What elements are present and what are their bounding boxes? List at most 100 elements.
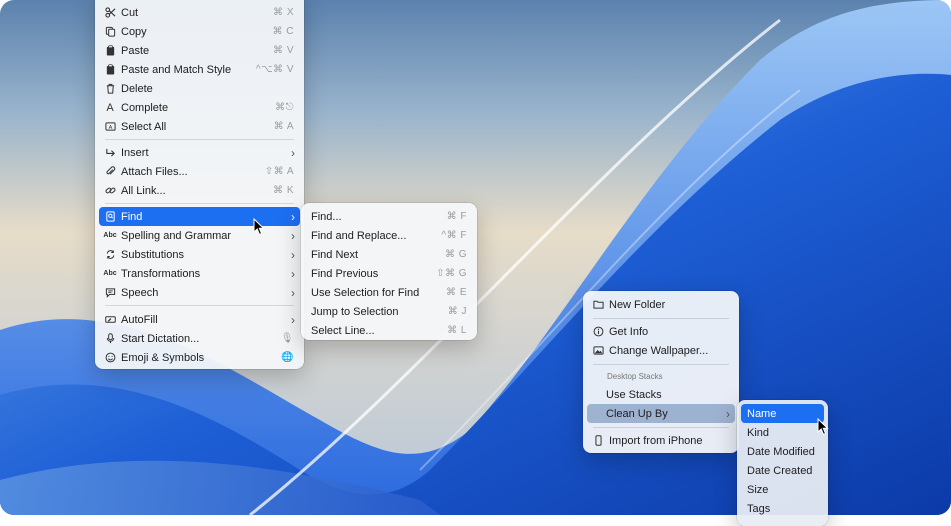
shortcut-label: ^⌘ F: [441, 230, 467, 241]
menu-item-use-stacks[interactable]: Use Stacks: [587, 385, 735, 404]
menu-item-attach-files[interactable]: Attach Files... ⇧⌘ A: [99, 162, 300, 181]
menu-item-label: Complete: [121, 101, 169, 114]
menu-item-speech[interactable]: Speech ›: [99, 283, 300, 302]
menu-item-label: Find Previous: [311, 267, 379, 280]
menu-separator: [593, 427, 729, 428]
menu-item-label: Paste and Match Style: [121, 63, 232, 76]
menu-item-find[interactable]: Find ›: [99, 207, 300, 226]
menu-item-label: New Folder: [609, 298, 666, 311]
menu-item-change-wallpaper[interactable]: Change Wallpaper...: [587, 341, 735, 360]
menu-item-label: Change Wallpaper...: [609, 344, 709, 357]
menu-item-use-selection-find[interactable]: Use Selection for Find ⌘ E: [305, 283, 473, 302]
menu-separator: [105, 305, 294, 306]
menu-item-copy[interactable]: Copy ⌘ C: [99, 22, 300, 41]
menu-item-label: Select Line...: [311, 324, 375, 337]
menu-item-label: Select All: [121, 120, 167, 133]
link-icon: [104, 185, 116, 197]
menu-separator: [593, 364, 729, 365]
menu-item-label: Find...: [311, 210, 342, 223]
menu-item-label: Use Selection for Find: [311, 286, 420, 299]
menu-separator: [593, 318, 729, 319]
menu-item-paste[interactable]: Paste ⌘ V: [99, 41, 300, 60]
svg-text:A: A: [108, 125, 112, 131]
menu-item-label: Date Modified: [747, 445, 815, 458]
emoji-icon: [104, 352, 116, 364]
menu-item-spelling-grammar[interactable]: Abc Spelling and Grammar ›: [99, 226, 300, 245]
section-header-desktop-stacks: Desktop Stacks: [607, 372, 663, 381]
menu-item-transformations[interactable]: Abc Transformations ›: [99, 264, 300, 283]
chevron-right-icon: ›: [291, 285, 295, 300]
menu-item-kind[interactable]: Kind: [741, 423, 824, 442]
menu-item-cut[interactable]: Cut ⌘ X: [99, 3, 300, 22]
chevron-right-icon: ›: [726, 406, 730, 421]
menu-item-start-dictation[interactable]: Start Dictation... 🎙: [99, 329, 300, 348]
shortcut-label: ⌘ X: [273, 7, 294, 18]
chevron-right-icon: ›: [291, 228, 295, 243]
shortcut-label: ⌘ J: [447, 306, 467, 317]
menu-item-label: Speech: [121, 286, 159, 299]
menu-item-label: Jump to Selection: [311, 305, 399, 318]
menu-item-emoji-symbols[interactable]: Emoji & Symbols 🌐: [99, 348, 300, 367]
microphone-icon: [104, 333, 116, 345]
menu-item-paste-match-style[interactable]: Paste and Match Style ^⌥⌘ V: [99, 60, 300, 79]
menu-item-complete[interactable]: A Complete ⌘⎋: [99, 98, 300, 117]
microphone-shortcut-icon: 🎙: [280, 333, 294, 344]
menu-item-find-next[interactable]: Find Next ⌘ G: [305, 245, 473, 264]
menu-item-all-link[interactable]: All Link... ⌘ K: [99, 181, 300, 200]
menu-item-label: Date Created: [747, 464, 813, 477]
shortcut-label: ⌘ C: [272, 26, 294, 37]
menu-item-delete[interactable]: Delete: [99, 79, 300, 98]
menu-item-date-modified[interactable]: Date Modified: [741, 442, 824, 461]
menu-item-get-info[interactable]: Get Info: [587, 322, 735, 341]
menu-item-label: Find and Replace...: [311, 229, 407, 242]
menu-item-label: Emoji & Symbols: [121, 351, 205, 364]
menu-item-insert[interactable]: Insert ›: [99, 143, 300, 162]
menu-item-size[interactable]: Size: [741, 480, 824, 499]
shortcut-label: ⌘ V: [273, 45, 294, 56]
paperclip-icon: [104, 166, 116, 178]
menu-item-select-line[interactable]: Select Line... ⌘ L: [305, 321, 473, 340]
find-icon: [104, 211, 116, 223]
shortcut-label: ⌘ E: [446, 287, 467, 298]
image-icon: [592, 345, 604, 357]
scissors-icon: [104, 7, 116, 19]
clean-up-by-submenu: Name Kind Date Modified Date Created Siz…: [737, 400, 828, 526]
shortcut-label: ⌘ L: [447, 325, 467, 336]
folder-icon: [592, 299, 604, 311]
menu-item-label: Get Info: [609, 325, 649, 338]
menu-item-label: AutoFill: [121, 313, 158, 326]
shortcut-label: ⌘ K: [273, 185, 294, 196]
shortcut-label: ⌘ F: [446, 211, 467, 222]
letter-a-icon: A: [106, 101, 114, 114]
menu-item-find-ellipsis[interactable]: Find... ⌘ F: [305, 207, 473, 226]
menu-item-autofill[interactable]: AutoFill ›: [99, 310, 300, 329]
clipboard-icon: [104, 64, 116, 76]
menu-item-substitutions[interactable]: Substitutions ›: [99, 245, 300, 264]
clipboard-icon: [104, 45, 116, 57]
menu-separator: [105, 203, 294, 204]
menu-item-label: Start Dictation...: [121, 332, 200, 345]
menu-item-label: Copy: [121, 25, 147, 38]
desktop-context-menu: New Folder Get Info Change Wallpaper... …: [583, 291, 739, 453]
menu-item-label: Clean Up By: [606, 407, 668, 420]
menu-item-select-all[interactable]: A Select All ⌘ A: [99, 117, 300, 136]
menu-item-clean-up-by[interactable]: Clean Up By ›: [587, 404, 735, 423]
menu-item-import-iphone[interactable]: Import from iPhone: [587, 431, 735, 450]
menu-item-label: Attach Files...: [121, 165, 188, 178]
menu-item-label: Find Next: [311, 248, 359, 261]
abc-check-icon: Abc: [103, 232, 117, 239]
menu-item-date-created[interactable]: Date Created: [741, 461, 824, 480]
menu-item-label: All Link...: [121, 184, 166, 197]
chevron-right-icon: ›: [291, 266, 295, 281]
menu-item-find-previous[interactable]: Find Previous ⇧⌘ G: [305, 264, 473, 283]
shortcut-label: ^⌥⌘ V: [255, 64, 294, 75]
menu-item-find-replace[interactable]: Find and Replace... ^⌘ F: [305, 226, 473, 245]
menu-separator: [105, 139, 294, 140]
menu-item-jump-to-selection[interactable]: Jump to Selection ⌘ J: [305, 302, 473, 321]
menu-item-tags[interactable]: Tags: [741, 499, 824, 518]
menu-item-new-folder[interactable]: New Folder: [587, 295, 735, 314]
autofill-icon: [104, 314, 116, 326]
menu-item-name[interactable]: Name: [741, 404, 824, 423]
shortcut-label: ⌘⎋: [275, 102, 294, 113]
abc-icon: Abc: [103, 270, 117, 277]
